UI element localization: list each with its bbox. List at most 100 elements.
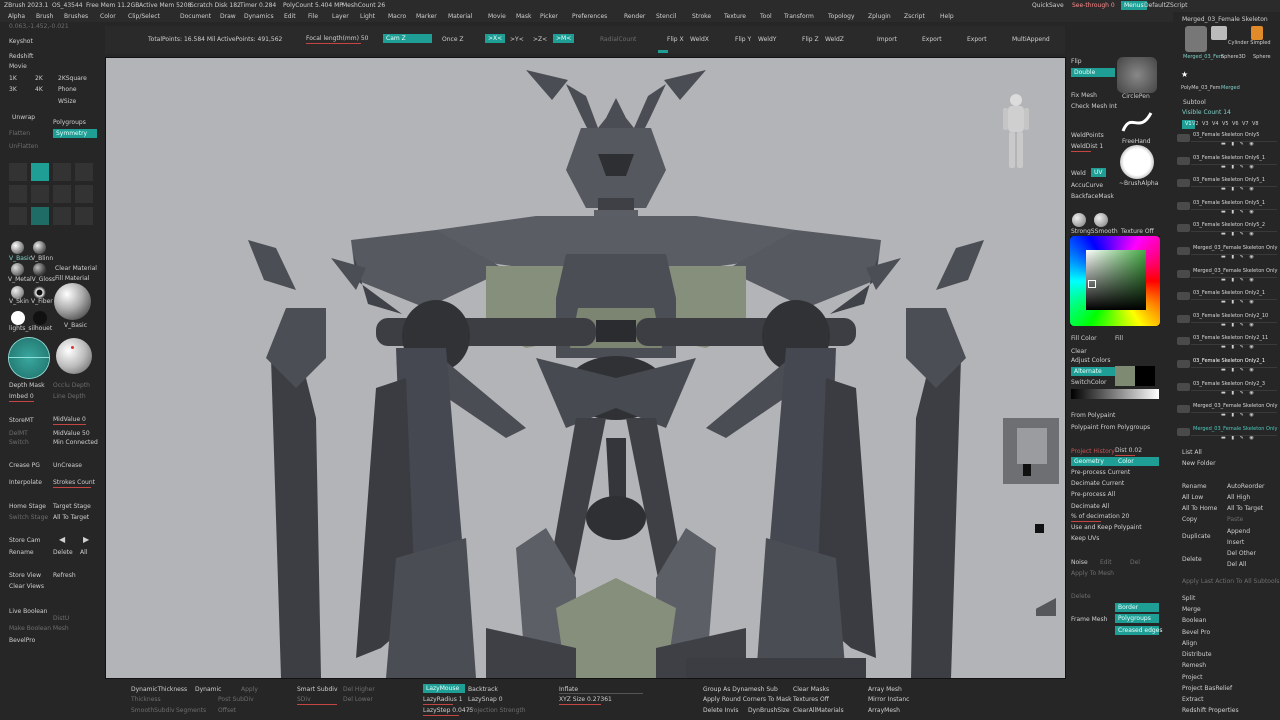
subtool-item[interactable]: 03_Female Skeleton Only2_3 ▬ ▮ ✎ ◉: [1173, 381, 1280, 403]
mid-value-50-slider[interactable]: MidValue 50: [53, 429, 90, 438]
flip-x-button[interactable]: Flip X: [667, 35, 684, 44]
version-tab[interactable]: V2: [1192, 120, 1199, 129]
smart-subdiv-button[interactable]: Smart Subdiv: [297, 685, 338, 694]
menu-clip-select[interactable]: Clip/Select: [128, 12, 160, 21]
next-cam-icon[interactable]: ▶: [83, 535, 89, 544]
res-2k-button[interactable]: 2K: [35, 74, 43, 83]
weld-x-button[interactable]: WeldX: [690, 35, 709, 44]
del-all-button[interactable]: Del All: [1227, 560, 1246, 569]
all-to-home-button[interactable]: All To Home: [1182, 504, 1217, 513]
menu-material[interactable]: Material: [448, 12, 472, 21]
occlu-depth-slider[interactable]: Occlu Depth: [53, 381, 90, 390]
smooth-icon[interactable]: [1094, 213, 1108, 227]
align-button[interactable]: Align: [1182, 639, 1197, 648]
group-dynamesh-button[interactable]: Group As Dynamesh Sub: [703, 685, 778, 694]
strong-smooth-icon[interactable]: [1072, 213, 1086, 227]
line-depth-slider[interactable]: Line Depth: [53, 392, 86, 401]
multi-append-button[interactable]: MultiAppend: [1012, 35, 1050, 44]
clear-views-button[interactable]: Clear Views: [9, 582, 44, 591]
light-preview-sphere[interactable]: [56, 338, 92, 374]
switch-color-button[interactable]: SwitchColor: [1071, 378, 1107, 387]
weld-points-button[interactable]: WeldPoints: [1071, 131, 1104, 140]
clear-button[interactable]: Clear: [1071, 347, 1087, 356]
circle-pen-brush-icon[interactable]: [1117, 57, 1157, 93]
sym-y-button[interactable]: >Y<: [510, 35, 524, 44]
res-2ksquare-button[interactable]: 2KSquare: [58, 74, 87, 83]
all-cam-button[interactable]: All: [80, 548, 87, 557]
creased-edges-button[interactable]: Creased edges: [1115, 626, 1163, 635]
del-other-button[interactable]: Del Other: [1227, 549, 1256, 558]
viewport-canvas[interactable]: [105, 57, 1066, 679]
lsym-icon[interactable]: [75, 207, 93, 225]
frame-mesh-button[interactable]: Frame Mesh: [1071, 615, 1107, 624]
movie-button[interactable]: Movie: [9, 62, 27, 71]
res-1k-button[interactable]: 1K: [9, 74, 17, 83]
noise-edit-button[interactable]: Edit: [1100, 558, 1112, 567]
subtool-item[interactable]: 03_Female Skeleton Only5_2 ▬ ▮ ✎ ◉: [1173, 222, 1280, 244]
menu-brush[interactable]: Brush: [36, 12, 53, 21]
material-v-basic-icon[interactable]: [11, 241, 24, 254]
geometry-button[interactable]: Geometry: [1071, 457, 1115, 466]
menu-render[interactable]: Render: [624, 12, 645, 21]
menu-topology[interactable]: Topology: [828, 12, 855, 21]
flip-y-button[interactable]: Flip Y: [735, 35, 751, 44]
secondary-color-swatch[interactable]: [1135, 366, 1155, 386]
make-boolean-mesh-button[interactable]: Make Boolean Mesh: [9, 624, 69, 633]
redshift-button[interactable]: Redshift: [9, 52, 33, 61]
preprocess-current-button[interactable]: Pre-process Current: [1071, 468, 1130, 477]
fill-material-button[interactable]: Fill Material: [55, 274, 89, 283]
min-connected-slider[interactable]: Min Connected: [53, 438, 98, 447]
color-picker[interactable]: [1070, 236, 1160, 326]
version-tab[interactable]: V4: [1212, 120, 1219, 129]
mid-value-slider[interactable]: MidValue 0: [53, 415, 86, 424]
from-polypaint-button[interactable]: From Polypaint: [1071, 411, 1115, 420]
black-material-icon[interactable]: [33, 311, 47, 325]
menu-tool[interactable]: Tool: [760, 12, 772, 21]
subtool-item[interactable]: 03_Female Skeleton Only2_1 ▬ ▮ ✎ ◉: [1173, 358, 1280, 380]
all-high-button[interactable]: All High: [1227, 493, 1250, 502]
noise-button[interactable]: Noise: [1071, 558, 1088, 567]
pct-decimation-slider[interactable]: % of decimation 20: [1071, 512, 1129, 521]
apply-to-mesh-button[interactable]: Apply To Mesh: [1071, 569, 1114, 578]
lazy-snap-slider[interactable]: LazySnap 0: [468, 695, 503, 704]
del-higher-button[interactable]: Del Higher: [343, 685, 375, 694]
version-tab[interactable]: V6: [1232, 120, 1239, 129]
version-tab[interactable]: V5: [1222, 120, 1229, 129]
remesh-button[interactable]: Remesh: [1182, 661, 1206, 670]
subtool-item[interactable]: Merged_03_Female Skeleton Only ▬ ▮ ✎ ◉: [1173, 426, 1280, 448]
delete-cam-button[interactable]: Delete: [53, 548, 73, 557]
sdiv-slider[interactable]: SDiv: [297, 695, 311, 704]
projection-strength-slider[interactable]: Projection Strength: [468, 706, 526, 715]
menu-document[interactable]: Document: [180, 12, 211, 21]
light-direction-sphere[interactable]: [9, 338, 49, 378]
array-mesh-button[interactable]: Array Mesh: [868, 685, 902, 694]
rename-button[interactable]: Rename: [1182, 482, 1207, 491]
store-mt-button[interactable]: StoreMT: [9, 416, 34, 425]
polypaint-from-polygroups-button[interactable]: Polypaint From Polygroups: [1071, 423, 1150, 432]
flip-button[interactable]: Flip: [1071, 57, 1082, 66]
subtool-item[interactable]: 03_Female Skeleton Only6_1 ▬ ▮ ✎ ◉: [1173, 155, 1280, 177]
focal-length-slider[interactable]: Focal length(mm) 50: [306, 34, 369, 43]
backtrack-button[interactable]: Backtrack: [468, 685, 498, 694]
dist-slider[interactable]: DistU: [53, 614, 69, 623]
menu-picker[interactable]: Picker: [540, 12, 558, 21]
new-folder-button[interactable]: New Folder: [1182, 459, 1216, 468]
imbed-slider[interactable]: Imbed 0: [9, 392, 34, 401]
weld-dist-slider[interactable]: WeldDist 1: [1071, 142, 1103, 151]
keep-uvs-button[interactable]: Keep UVs: [1071, 534, 1099, 543]
flatten-button[interactable]: Flatten: [9, 129, 30, 138]
draw-icon[interactable]: [9, 185, 27, 203]
navigation-figure-icon[interactable]: [999, 92, 1033, 172]
menu-zplugin[interactable]: Zplugin: [868, 12, 891, 21]
import-button[interactable]: Import: [877, 35, 897, 44]
distribute-button[interactable]: Distribute: [1182, 650, 1212, 659]
dist-slider[interactable]: Dist 0.02: [1115, 446, 1142, 455]
stroke-icon[interactable]: [53, 185, 71, 203]
see-through-slider[interactable]: See-through 0: [1072, 1, 1115, 10]
border-button[interactable]: Border: [1115, 603, 1159, 612]
merge-button[interactable]: Merge: [1182, 605, 1201, 614]
export-button-2[interactable]: Export: [967, 35, 987, 44]
clear-masks-button[interactable]: Clear Masks: [793, 685, 829, 694]
rgb-icon[interactable]: [9, 207, 27, 225]
rotate-icon[interactable]: [75, 163, 93, 181]
